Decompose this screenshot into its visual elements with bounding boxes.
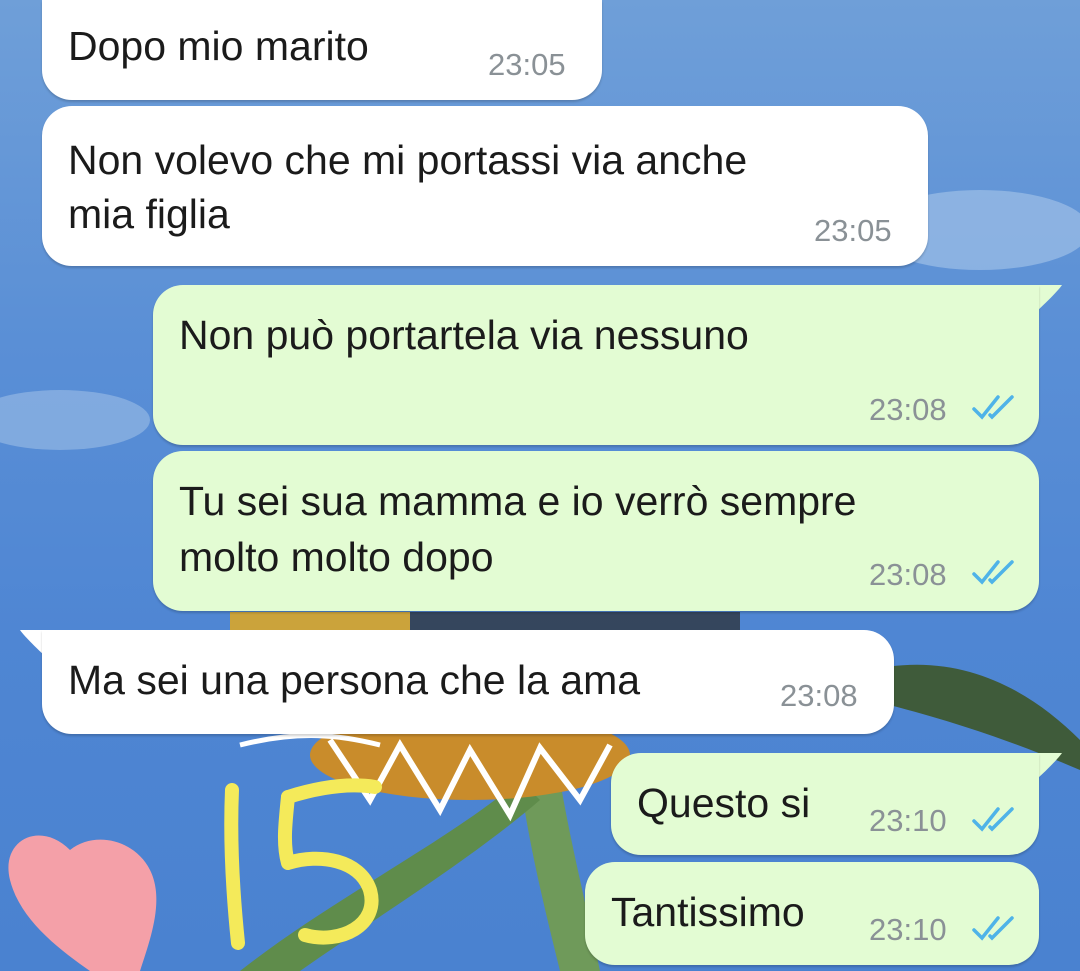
message-timestamp: 23:10 [869,803,947,838]
message-text: Tu sei sua mamma e io verrò sempre [179,478,857,524]
message-timestamp: 23:08 [780,678,858,713]
outgoing-message-bubble[interactable]: Non può portartela via nessuno 23:08 [153,285,1039,445]
outgoing-message-bubble[interactable]: Questo si 23:10 [611,753,1039,855]
incoming-message-bubble[interactable]: Ma sei una persona che la ama 23:08 [42,630,894,734]
message-text: Questo si [637,780,811,826]
message-timestamp: 23:10 [869,912,947,947]
read-double-check-icon [972,916,1014,941]
message-text: molto molto dopo [179,534,494,580]
incoming-message-bubble[interactable]: Dopo mio marito 23:05 [42,0,602,100]
read-double-check-icon [972,560,1014,585]
read-double-check-icon [972,395,1014,420]
message-text: Dopo mio marito [68,23,369,69]
message-timestamp: 23:08 [869,392,947,427]
heart-shape [8,835,157,971]
read-double-check-icon [972,807,1014,832]
message-timestamp: 23:08 [869,557,947,592]
outgoing-message-bubble[interactable]: Tantissimo 23:10 [585,862,1039,965]
outgoing-message-bubble[interactable]: Tu sei sua mamma e io verrò sempre molto… [153,451,1039,611]
message-text: Non volevo che mi portassi via anche [68,137,748,183]
handwritten-number-mark [224,778,382,950]
incoming-message-bubble[interactable]: Non volevo che mi portassi via anche mia… [42,106,928,266]
message-text: Tantissimo [611,889,805,935]
message-timestamp: 23:05 [488,47,566,82]
message-text: Non può portartela via nessuno [179,312,749,358]
message-timestamp: 23:05 [814,213,892,248]
message-text: mia figlia [68,191,230,237]
message-text: Ma sei una persona che la ama [68,657,641,703]
